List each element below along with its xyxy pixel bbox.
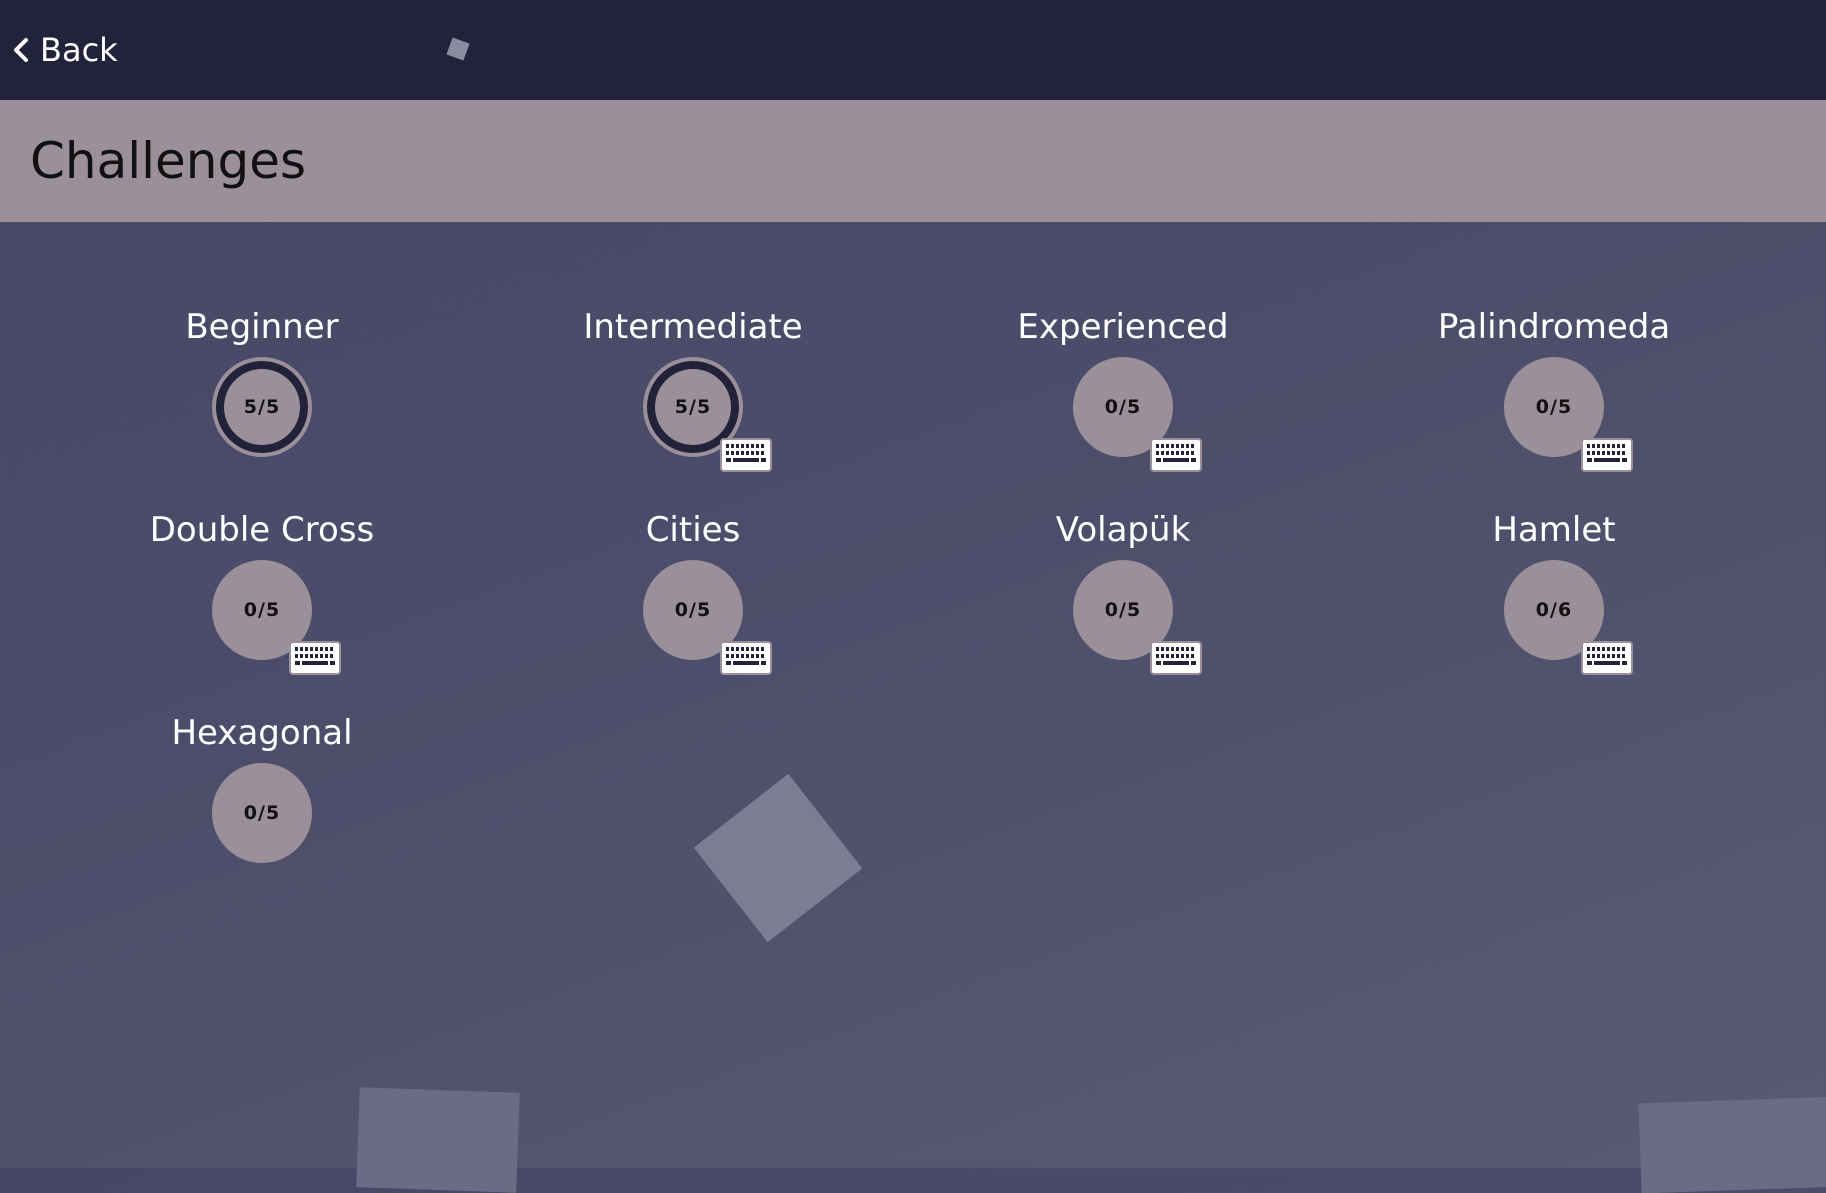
- top-bar: Back: [0, 0, 1826, 100]
- challenge-item[interactable]: Cities 0/5: [523, 508, 863, 688]
- decorative-square: [1638, 1096, 1826, 1193]
- decorative-square: [693, 773, 863, 943]
- chevron-left-icon: [14, 38, 28, 62]
- page-title: Challenges: [30, 132, 307, 190]
- challenge-title: Double Cross: [149, 510, 375, 550]
- challenge-item[interactable]: Experienced 0/5: [953, 305, 1293, 485]
- challenge-item[interactable]: Intermediate 5/5: [523, 305, 863, 485]
- challenge-item[interactable]: Palindromeda 0/5: [1384, 305, 1724, 485]
- challenge-item[interactable]: Hamlet 0/6: [1384, 508, 1724, 688]
- challenge-title: Volapük: [1055, 510, 1191, 550]
- keyboard-icon: [289, 641, 341, 675]
- challenge-title: Intermediate: [583, 307, 803, 347]
- keyboard-icon: [1150, 641, 1202, 675]
- progress-badge: 0/5: [212, 763, 312, 863]
- keyboard-icon: [1581, 438, 1633, 472]
- decorative-square: [356, 1087, 520, 1193]
- challenge-item[interactable]: Double Cross 0/5: [92, 508, 432, 688]
- challenge-title: Hamlet: [1492, 510, 1616, 550]
- page-header: Challenges: [0, 100, 1826, 222]
- progress-badge: 5/5: [212, 357, 312, 457]
- challenge-title: Cities: [645, 510, 741, 550]
- keyboard-icon: [720, 641, 772, 675]
- challenge-title: Palindromeda: [1437, 307, 1671, 347]
- back-label: Back: [40, 31, 118, 69]
- challenge-title: Hexagonal: [171, 713, 353, 753]
- challenge-item[interactable]: Hexagonal 0/5: [92, 711, 432, 891]
- back-button[interactable]: Back: [10, 26, 118, 74]
- challenge-title: Experienced: [1017, 307, 1229, 347]
- challenge-item[interactable]: Beginner 5/5: [92, 305, 432, 485]
- keyboard-icon: [1150, 438, 1202, 472]
- challenge-title: Beginner: [185, 307, 339, 347]
- keyboard-icon: [1581, 641, 1633, 675]
- keyboard-icon: [720, 438, 772, 472]
- challenge-item[interactable]: Volapük 0/5: [953, 508, 1293, 688]
